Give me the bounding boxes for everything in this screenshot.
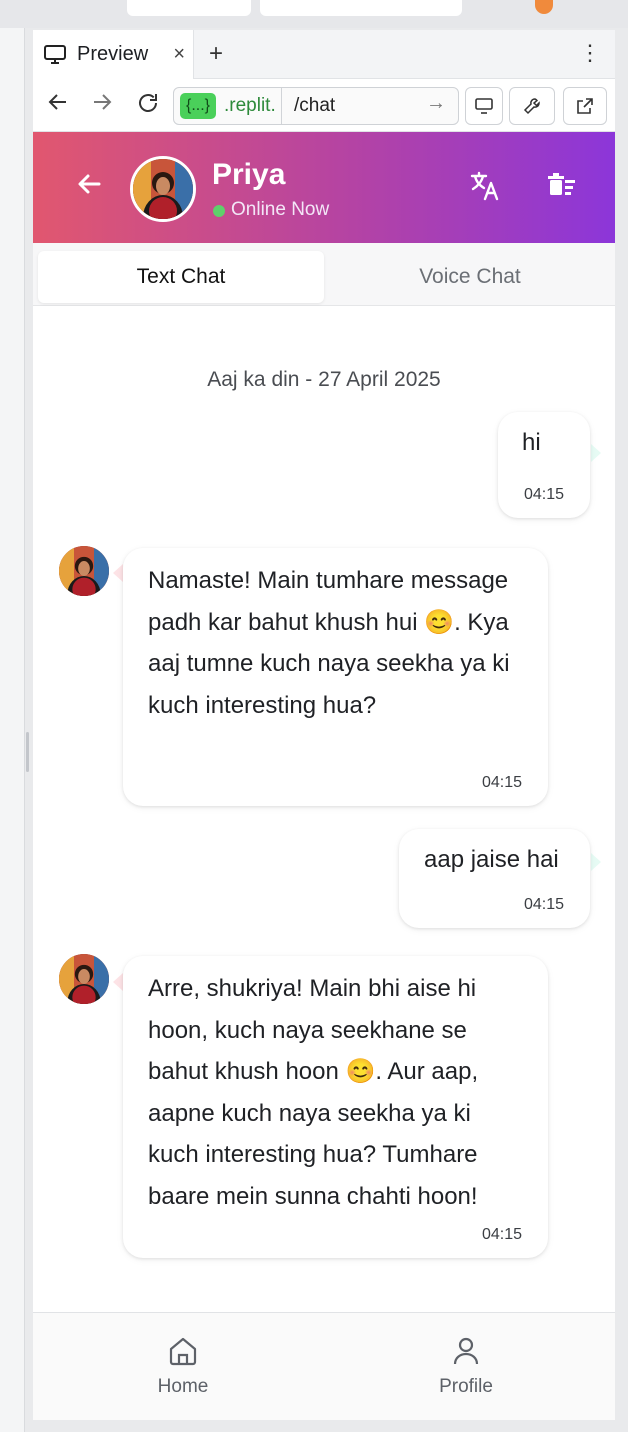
- message-list: Aaj ka din - 27 April 2025 hi 04:15 Nama…: [33, 306, 615, 1311]
- home-icon: [169, 1337, 197, 1366]
- online-status: Online Now: [231, 199, 330, 220]
- tab-preview[interactable]: Preview ×: [33, 30, 194, 79]
- devices-button[interactable]: [465, 87, 503, 125]
- online-status-dot: [213, 205, 225, 217]
- user-icon: [453, 1337, 479, 1365]
- url-divider: [281, 88, 282, 124]
- date-divider: Aaj ka din - 27 April 2025: [207, 368, 441, 391]
- resize-handle[interactable]: [26, 732, 29, 772]
- tab-text-chat[interactable]: Text Chat: [38, 251, 324, 303]
- nav-profile[interactable]: Profile: [406, 1335, 526, 1398]
- extension-icon[interactable]: [535, 0, 553, 14]
- monitor-icon: [475, 98, 493, 114]
- message-time: 04:15: [481, 1226, 522, 1243]
- url-domain: .replit.: [224, 95, 276, 116]
- arrow-left-icon: [48, 94, 66, 110]
- translate-button[interactable]: [469, 170, 501, 207]
- top-tab-fragment[interactable]: [127, 0, 251, 16]
- browser-top-strip: [0, 0, 628, 28]
- monitor-icon: [43, 44, 67, 66]
- top-tab-fragment[interactable]: [260, 0, 462, 16]
- profile-photo: [59, 954, 109, 1004]
- url-path: /chat: [294, 95, 336, 116]
- bottom-nav: Home Profile: [33, 1312, 615, 1420]
- more-menu-icon[interactable]: ⋮: [579, 40, 601, 66]
- clear-chat-button[interactable]: [546, 170, 578, 207]
- preview-tab-bar: Preview × + ⋮: [33, 30, 615, 79]
- chat-mode-tabs: Text Chat Voice Chat: [33, 243, 615, 306]
- tab-voice-chat[interactable]: Voice Chat: [329, 251, 611, 303]
- message-time: 04:15: [481, 774, 522, 791]
- translate-icon: [470, 171, 499, 201]
- go-arrow-icon[interactable]: →: [426, 92, 446, 115]
- contact-name: Priya: [212, 158, 286, 191]
- avatar: [59, 546, 109, 596]
- bubble-tail: [591, 853, 601, 871]
- close-icon[interactable]: ×: [173, 43, 185, 66]
- reload-icon: [139, 94, 157, 112]
- new-tab-button[interactable]: +: [209, 40, 223, 68]
- delete-sweep-icon: [548, 173, 575, 195]
- forward-button[interactable]: [91, 91, 113, 119]
- preview-window: Preview × + ⋮ {...} .replit. /chat → Pri…: [33, 30, 615, 1420]
- bubble-tail: [113, 564, 123, 582]
- message-bubble-bot[interactable]: Namaste! Main tumhare message padh kar b…: [123, 548, 548, 806]
- wrench-icon: [523, 98, 540, 115]
- back-button[interactable]: [47, 91, 69, 119]
- message-time: 04:15: [523, 896, 564, 913]
- bubble-tail: [113, 973, 123, 991]
- arrow-left-icon: [78, 174, 101, 194]
- url-input[interactable]: {...} .replit. /chat →: [173, 87, 459, 125]
- domain-chip: {...}: [180, 93, 217, 119]
- nav-home-label: Home: [157, 1376, 209, 1397]
- external-link-icon: [577, 98, 593, 114]
- message-bubble-user[interactable]: aap jaise hai 04:15: [399, 829, 590, 928]
- message-bubble-bot[interactable]: Arre, shukriya! Main bhi aise hi hoon, k…: [123, 956, 548, 1258]
- open-external-button[interactable]: [563, 87, 607, 125]
- message-bubble-user[interactable]: hi 04:15: [498, 412, 590, 518]
- profile-photo: [59, 546, 109, 596]
- chat-header: Priya Online Now: [33, 132, 615, 243]
- message-text: Namaste! Main tumhare message padh kar b…: [148, 567, 510, 719]
- message-text: aap jaise hai: [424, 846, 559, 873]
- message-text: Arre, shukriya! Main bhi aise hi hoon, k…: [148, 975, 479, 1210]
- reload-button[interactable]: [136, 91, 160, 121]
- nav-home[interactable]: Home: [123, 1335, 243, 1398]
- avatar: [59, 954, 109, 1004]
- nav-profile-label: Profile: [439, 1376, 493, 1397]
- arrow-right-icon: [94, 94, 112, 110]
- url-bar: {...} .replit. /chat →: [33, 79, 615, 132]
- profile-photo: [133, 159, 193, 219]
- back-button[interactable]: [75, 170, 103, 203]
- bubble-tail: [591, 444, 601, 462]
- message-text: hi: [522, 429, 541, 456]
- chat-app: Priya Online Now Text Chat Voice Chat Aa…: [33, 132, 615, 1420]
- avatar[interactable]: [130, 156, 196, 222]
- left-panel: [0, 28, 29, 1432]
- devtools-button[interactable]: [509, 87, 555, 125]
- message-time: 04:15: [523, 486, 564, 503]
- tab-label: Preview: [77, 43, 149, 65]
